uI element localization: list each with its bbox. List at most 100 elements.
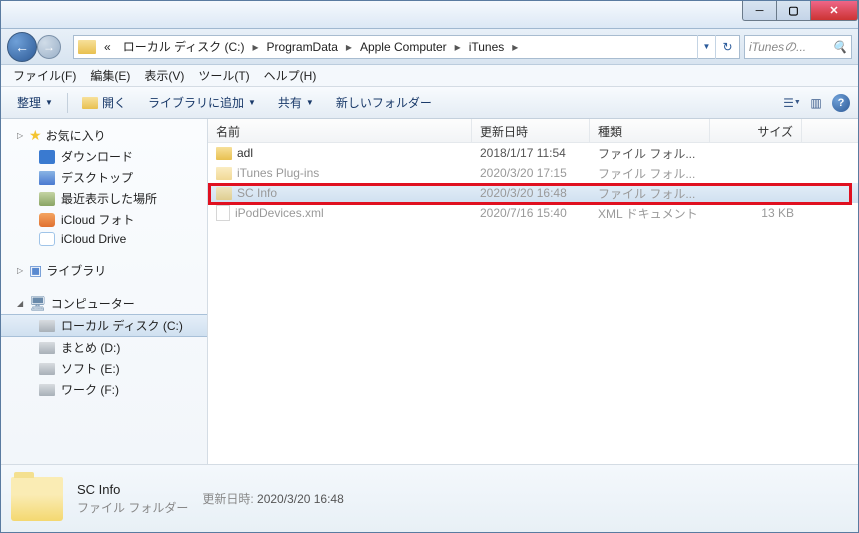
breadcrumb-item[interactable]: Apple Computer — [354, 36, 453, 58]
breadcrumb-bar[interactable]: « ローカル ディスク (C:) ▸ ProgramData ▸ Apple C… — [73, 35, 740, 59]
menu-bar: ファイル(F) 編集(E) 表示(V) ツール(T) ヘルプ(H) — [1, 65, 858, 87]
forward-button[interactable]: → — [37, 35, 61, 59]
sidebar-item-drive-f[interactable]: ワーク (F:) — [1, 379, 207, 400]
folder-icon — [216, 187, 232, 200]
chevron-right-icon: ▸ — [510, 40, 520, 54]
sidebar-item-downloads[interactable]: ダウンロード — [1, 146, 207, 167]
file-date: 2018/1/17 11:54 — [472, 144, 590, 162]
refresh-button[interactable]: ↻ — [715, 35, 739, 59]
column-name[interactable]: 名前 — [208, 119, 472, 142]
collapse-icon: ▷ — [17, 131, 25, 140]
details-date-label: 更新日時: — [202, 492, 253, 506]
organize-button[interactable]: 整理 ▼ — [9, 91, 61, 114]
icloud-photo-icon — [39, 213, 55, 227]
close-button[interactable]: ✕ — [810, 1, 858, 21]
chevron-right-icon: ▸ — [453, 40, 463, 54]
icloud-drive-icon — [39, 232, 55, 246]
computer-header[interactable]: ◢ 🖥 コンピューター — [1, 293, 207, 314]
collapse-icon: ▷ — [17, 266, 25, 275]
view-options-button[interactable]: ☰ ▼ — [784, 95, 800, 111]
column-size[interactable]: サイズ — [710, 119, 802, 142]
separator — [67, 93, 68, 113]
file-size — [710, 151, 802, 155]
chevron-right-icon: ▸ — [251, 40, 261, 54]
explorer-body: ▷ ★ お気に入り ダウンロード デスクトップ 最近表示した場所 iCloud … — [1, 119, 858, 464]
menu-file[interactable]: ファイル(F) — [7, 65, 82, 86]
file-type: ファイル フォル... — [590, 183, 710, 204]
menu-help[interactable]: ヘルプ(H) — [258, 65, 323, 86]
details-pane: SC Info ファイル フォルダー 更新日時: 2020/3/20 16:48 — [1, 464, 858, 532]
details-name: SC Info — [77, 482, 188, 497]
file-row[interactable]: SC Info2020/3/20 16:48ファイル フォル... — [208, 183, 858, 203]
file-type: ファイル フォル... — [590, 143, 710, 164]
file-rows: adl2018/1/17 11:54ファイル フォル...iTunes Plug… — [208, 143, 858, 464]
file-type: XML ドキュメント — [590, 203, 710, 224]
download-icon — [39, 150, 55, 164]
file-size — [710, 191, 802, 195]
file-row[interactable]: iPodDevices.xml2020/7/16 15:40XML ドキュメント… — [208, 203, 858, 223]
drive-icon — [39, 363, 55, 375]
breadcrumb-dropdown[interactable]: ▼ — [697, 35, 715, 59]
file-type: ファイル フォル... — [590, 163, 710, 184]
share-button[interactable]: 共有 ▼ — [270, 91, 322, 114]
computer-icon: 🖥 — [29, 295, 47, 312]
maximize-button[interactable]: ▢ — [776, 1, 810, 21]
favorites-header[interactable]: ▷ ★ お気に入り — [1, 125, 207, 146]
menu-tools[interactable]: ツール(T) — [192, 65, 255, 86]
column-type[interactable]: 種類 — [590, 119, 710, 142]
sidebar-item-drive-c[interactable]: ローカル ディスク (C:) — [1, 314, 207, 337]
open-button[interactable]: 開く — [74, 91, 134, 114]
breadcrumb-item[interactable]: iTunes — [463, 36, 511, 58]
sidebar-item-desktop[interactable]: デスクトップ — [1, 167, 207, 188]
add-library-label: ライブラリに追加 — [148, 94, 244, 111]
navigation-pane: ▷ ★ お気に入り ダウンロード デスクトップ 最近表示した場所 iCloud … — [1, 119, 208, 464]
window-controls: ─ ▢ ✕ — [742, 1, 858, 21]
details-text: SC Info ファイル フォルダー — [77, 482, 188, 516]
libraries-group: ▷ ▣ ライブラリ — [1, 260, 207, 281]
add-to-library-button[interactable]: ライブラリに追加 ▼ — [140, 91, 264, 114]
new-folder-label: 新しいフォルダー — [336, 94, 432, 111]
star-icon: ★ — [29, 127, 42, 144]
preview-pane-button[interactable]: ▥ — [808, 95, 824, 111]
sidebar-item-recent[interactable]: 最近表示した場所 — [1, 188, 207, 209]
file-size: 13 KB — [710, 204, 802, 222]
sidebar-item-icloud-drive[interactable]: iCloud Drive — [1, 230, 207, 248]
minimize-button[interactable]: ─ — [742, 1, 776, 21]
computer-label: コンピューター — [51, 295, 135, 312]
favorites-label: お気に入り — [46, 127, 106, 144]
back-forward-group: ← → — [7, 32, 69, 62]
details-date-value: 2020/3/20 16:48 — [257, 492, 344, 506]
computer-group: ◢ 🖥 コンピューター ローカル ディスク (C:) まとめ (D:) ソフト … — [1, 293, 207, 400]
file-date: 2020/7/16 15:40 — [472, 204, 590, 222]
search-input[interactable]: iTunesの... 🔍 — [744, 35, 852, 59]
libraries-label: ライブラリ — [46, 262, 106, 279]
drive-icon — [39, 320, 55, 332]
menu-edit[interactable]: 編集(E) — [84, 65, 136, 86]
sidebar-item-icloud-photo[interactable]: iCloud フォト — [1, 209, 207, 230]
library-icon: ▣ — [29, 262, 42, 279]
breadcrumb-item[interactable]: ローカル ディスク (C:) — [117, 36, 251, 58]
file-row[interactable]: iTunes Plug-ins 2020/3/20 17:15ファイル フォル..… — [208, 163, 858, 183]
new-folder-button[interactable]: 新しいフォルダー — [328, 91, 440, 114]
file-date: 2020/3/20 16:48 — [472, 184, 590, 202]
sidebar-item-drive-d[interactable]: まとめ (D:) — [1, 337, 207, 358]
column-date[interactable]: 更新日時 — [472, 119, 590, 142]
file-name: iTunes Plug-ins — [237, 166, 319, 180]
share-label: 共有 — [278, 94, 302, 111]
libraries-header[interactable]: ▷ ▣ ライブラリ — [1, 260, 207, 281]
column-headers: 名前 更新日時 種類 サイズ — [208, 119, 858, 143]
back-button[interactable]: ← — [7, 32, 37, 62]
file-list-pane: 名前 更新日時 種類 サイズ adl2018/1/17 11:54ファイル フォ… — [208, 119, 858, 464]
details-date: 更新日時: 2020/3/20 16:48 — [202, 490, 343, 507]
file-date: 2020/3/20 17:15 — [472, 164, 590, 182]
favorites-group: ▷ ★ お気に入り ダウンロード デスクトップ 最近表示した場所 iCloud … — [1, 125, 207, 248]
titlebar: ─ ▢ ✕ — [1, 1, 858, 29]
file-row[interactable]: adl2018/1/17 11:54ファイル フォル... — [208, 143, 858, 163]
file-size — [710, 171, 802, 175]
menu-view[interactable]: 表示(V) — [138, 65, 190, 86]
sidebar-item-drive-e[interactable]: ソフト (E:) — [1, 358, 207, 379]
help-button[interactable]: ? — [832, 94, 850, 112]
breadcrumb-prefix: « — [98, 36, 117, 58]
folder-icon — [216, 167, 232, 180]
breadcrumb-item[interactable]: ProgramData — [261, 36, 344, 58]
